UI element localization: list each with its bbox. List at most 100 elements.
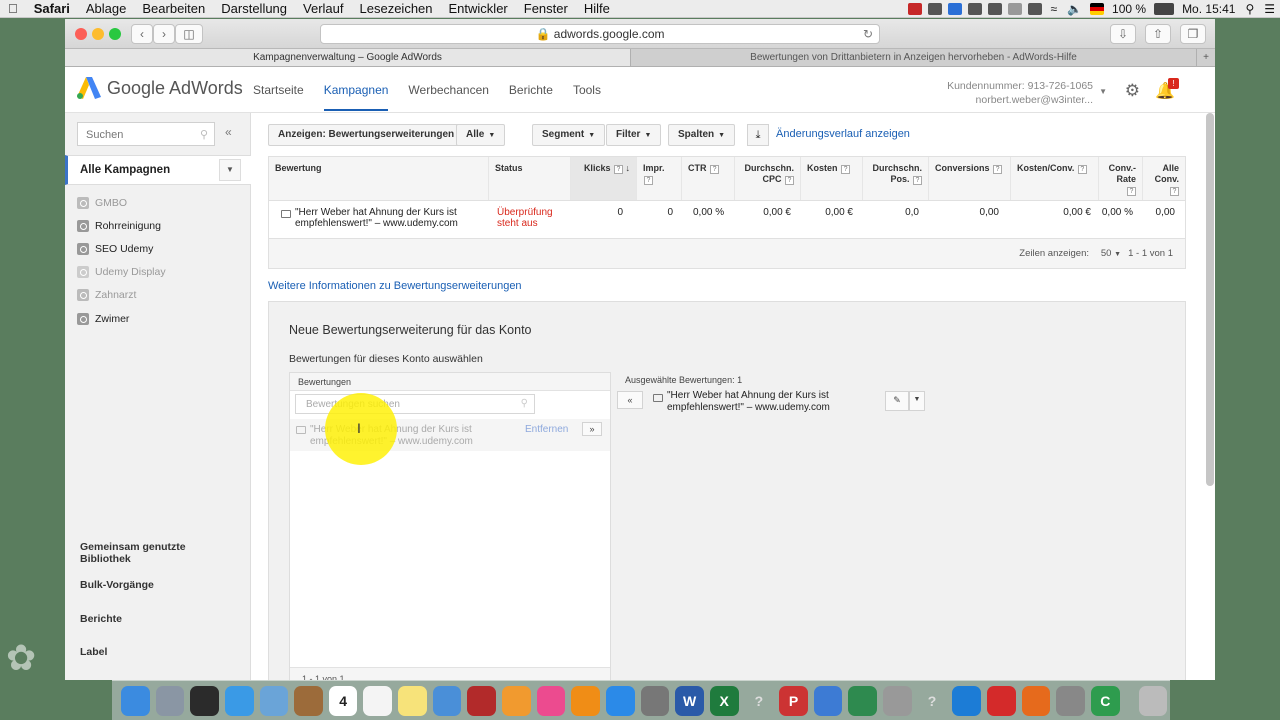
col-cpc[interactable]: Durchschn. CPC ? (735, 157, 801, 200)
sidebar-item-rohrreinigung[interactable]: Rohrreinigung (77, 220, 161, 232)
reminders-icon[interactable] (363, 685, 393, 716)
sidebar-item-zwimer[interactable]: Zwimer (77, 313, 129, 325)
help-icon[interactable]: ? (1127, 187, 1136, 196)
teamviewer-icon[interactable] (952, 685, 982, 716)
screen-icon[interactable] (968, 2, 983, 15)
menu-bearbeiten[interactable]: Bearbeiten (134, 1, 213, 16)
timemachine-icon[interactable] (1008, 2, 1023, 15)
table-row[interactable]: "Herr Weber hat Ahnung der Kurs ist empf… (268, 201, 1186, 239)
campaign-search-input[interactable]: Suchen ⚲ (77, 122, 215, 146)
all-campaigns-item[interactable]: Alle Kampagnen ▼ (65, 155, 251, 185)
remove-review-button[interactable]: « (617, 391, 643, 409)
mission-control-icon[interactable] (190, 685, 219, 716)
rows-per-page-select[interactable]: 50 ▼ (1101, 248, 1121, 259)
unknown-app-icon[interactable]: ? (918, 686, 947, 716)
nav-startseite[interactable]: Startseite (253, 83, 304, 111)
nav-werbechancen[interactable]: Werbechancen (408, 83, 489, 111)
sidebar-item-udemy-display[interactable]: Udemy Display (77, 266, 166, 278)
col-pos[interactable]: Durchschn. Pos. ? (863, 157, 929, 200)
menu-ablage[interactable]: Ablage (78, 1, 134, 16)
airplay-icon[interactable] (988, 2, 1003, 15)
chevron-down-icon[interactable]: ▼ (909, 391, 925, 411)
downloads-icon[interactable]: ⇩ (1110, 24, 1136, 44)
col-conversions[interactable]: Conversions ? (929, 157, 1011, 200)
photos-icon[interactable] (502, 685, 531, 716)
notes-icon[interactable] (398, 685, 427, 716)
globe-icon[interactable] (848, 685, 878, 716)
back-button[interactable]: ‹ (131, 24, 153, 44)
unknown-app-icon[interactable]: ? (745, 686, 774, 716)
columns-button[interactable]: Spalten ▼ (668, 124, 736, 146)
menu-darstellung[interactable]: Darstellung (213, 1, 295, 16)
menu-hilfe[interactable]: Hilfe (576, 1, 618, 16)
volume-icon[interactable]: 🔈 (1062, 2, 1087, 16)
adwords-logo[interactable]: Google AdWords (77, 77, 243, 99)
dropbox-icon[interactable] (948, 2, 963, 15)
col-clicks[interactable]: Klicks ? ↓ (571, 157, 637, 200)
help-icon[interactable]: ? (841, 165, 851, 174)
app-store-icon[interactable] (605, 685, 635, 716)
help-icon[interactable]: ? (1077, 165, 1087, 174)
col-status[interactable]: Status (489, 157, 571, 200)
gear-icon[interactable]: ⚙ (1125, 81, 1140, 101)
menu-fenster[interactable]: Fenster (516, 1, 576, 16)
filter-button[interactable]: Filter ▼ (606, 124, 662, 146)
bluetooth-icon[interactable] (1028, 2, 1043, 15)
new-tab-button[interactable]: + (1197, 49, 1215, 66)
col-cost-conv[interactable]: Kosten/Conv. ? (1011, 157, 1099, 200)
sidebar-item-gmbo[interactable]: GMBO (77, 197, 127, 209)
remove-link[interactable]: Entfernen (525, 424, 568, 435)
finder-icon[interactable] (121, 685, 150, 716)
help-icon[interactable]: ? (993, 165, 1003, 174)
sync-icon[interactable] (928, 2, 943, 15)
page-scrollbar[interactable] (1206, 113, 1214, 486)
wifi-icon[interactable]: ≈ (1045, 2, 1062, 16)
nav-kampagnen[interactable]: Kampagnen (323, 83, 389, 111)
itunes-icon[interactable] (536, 685, 566, 716)
all-filter-button[interactable]: Alle ▼ (456, 124, 506, 146)
help-icon[interactable]: ? (710, 165, 720, 174)
trash-icon[interactable] (1138, 685, 1168, 716)
menu-lesezeichen[interactable]: Lesezeichen (352, 1, 441, 16)
sidebar-labels[interactable]: Label (80, 646, 107, 658)
notification-center-icon[interactable]: ☰ (1259, 2, 1280, 16)
download-icon[interactable]: ⤓ (747, 124, 769, 146)
col-all-conv[interactable]: Alle Conv. ? (1143, 157, 1185, 200)
menu-entwickler[interactable]: Entwickler (441, 1, 516, 16)
excel-icon[interactable]: X (709, 685, 739, 716)
help-icon[interactable]: ? (1170, 187, 1179, 196)
col-cost[interactable]: Kosten ? (801, 157, 863, 200)
acrobat-icon[interactable] (987, 685, 1016, 716)
wireless-icon[interactable] (1056, 685, 1085, 716)
sidebar-reports[interactable]: Berichte (80, 613, 122, 625)
add-review-button[interactable]: » (582, 422, 602, 436)
share-icon[interactable]: ⇧ (1145, 24, 1171, 44)
tab-kampagnenverwaltung[interactable]: Kampagnenverwaltung – Google AdWords (65, 49, 631, 66)
account-info[interactable]: Kundennummer: 913-726-1065 norbert.weber… (947, 79, 1093, 107)
view-selector-button[interactable]: Anzeigen: Bewertungserweiterungen▼ (268, 124, 476, 146)
powerpoint-icon[interactable]: P (779, 685, 808, 716)
record-icon[interactable] (908, 2, 923, 15)
change-history-link[interactable]: Änderungsverlauf anzeigen (776, 128, 910, 140)
sidebar-item-seo-udemy[interactable]: SEO Udemy (77, 243, 153, 255)
address-bar[interactable]: 🔒 adwords.google.com ↻ (320, 24, 880, 44)
apple-icon[interactable]:  (0, 1, 26, 16)
word-icon[interactable]: W (675, 685, 704, 716)
segment-button[interactable]: Segment ▼ (532, 124, 606, 146)
col-review[interactable]: Bewertung (269, 157, 489, 200)
help-icon[interactable]: ? (613, 165, 623, 174)
sidebar-toggle-icon[interactable]: ◫ (175, 24, 203, 44)
more-info-link[interactable]: Weitere Informationen zu Bewertungserwei… (268, 280, 522, 292)
sidebar-item-zahnarzt[interactable]: Zahnarzt (77, 289, 136, 301)
preview-icon[interactable] (259, 685, 289, 716)
tabs-overview-icon[interactable]: ❐ (1180, 24, 1206, 44)
ibooks-icon[interactable] (571, 685, 600, 716)
sidebar-shared-library[interactable]: Gemeinsam genutzte Bibliothek (80, 541, 200, 565)
close-window-button[interactable] (75, 28, 87, 40)
minimize-window-button[interactable] (92, 28, 104, 40)
col-ctr[interactable]: CTR ? (682, 157, 735, 200)
safari-icon[interactable] (224, 685, 254, 716)
spotlight-icon[interactable]: ⚲ (1240, 2, 1259, 16)
utility-icon[interactable] (883, 685, 912, 716)
chevron-down-icon[interactable]: ▼ (219, 159, 241, 181)
